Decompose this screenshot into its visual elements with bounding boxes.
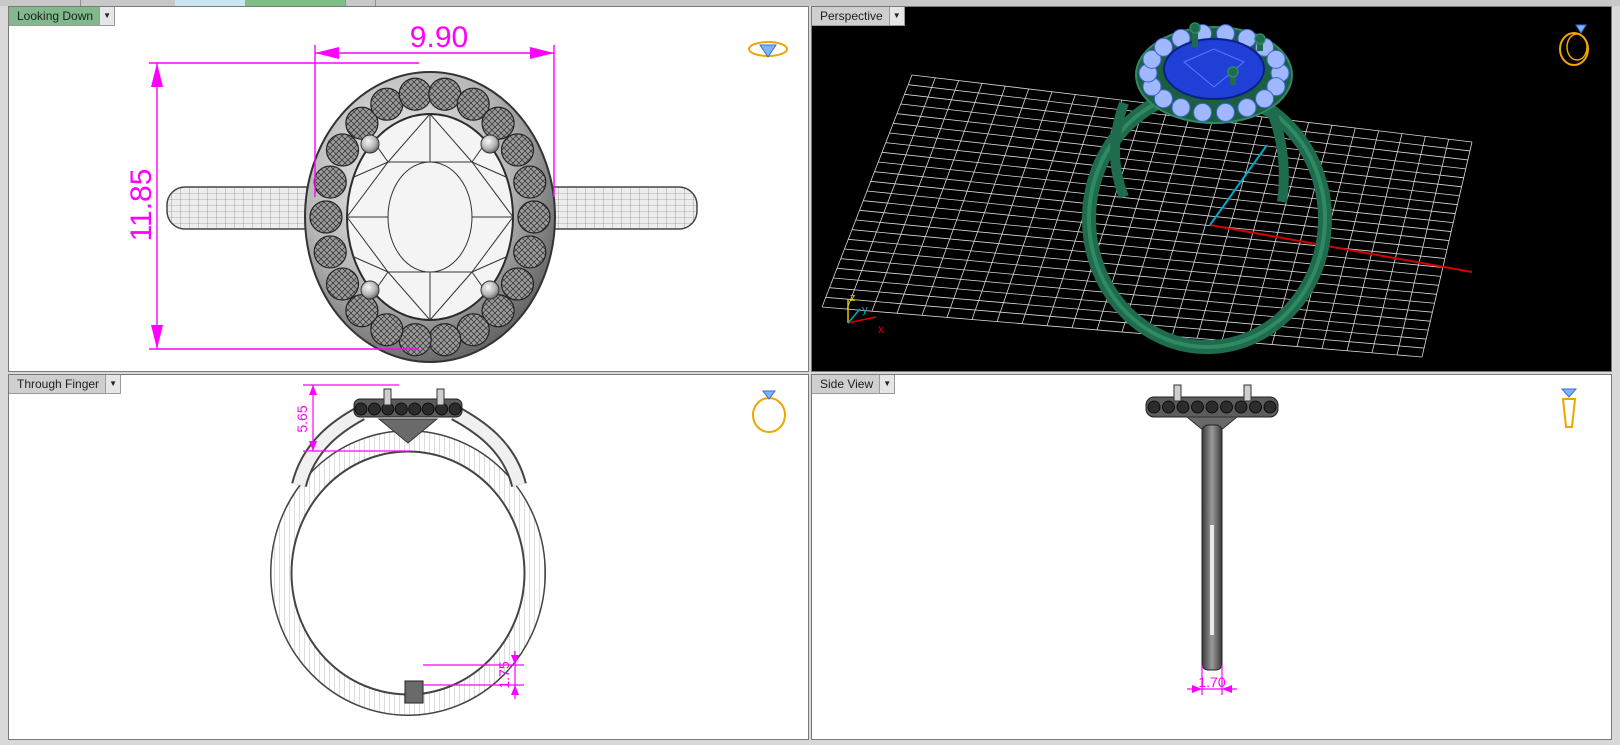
viewport-looking-down[interactable]: Looking Down ▼ 9.90 11.85 (8, 6, 809, 372)
halo-stone (1249, 400, 1262, 414)
dimension-head-label: 5.65 (294, 405, 310, 432)
halo-stone (1193, 102, 1213, 122)
halo-stone (481, 106, 515, 140)
side-view-scene: 1.70 (1145, 384, 1279, 695)
halo-stone (368, 402, 381, 416)
viewport-title-bar[interactable]: Perspective ▼ (812, 7, 905, 26)
viewport-title-bar[interactable]: Through Finger ▼ (9, 375, 122, 394)
dimension-width-label: 1.70 (1198, 674, 1225, 690)
viewport-title[interactable]: Looking Down (9, 7, 101, 26)
halo-stone (325, 267, 360, 301)
axis-y-label: y (862, 304, 868, 316)
looking-down-scene: 9.90 11.85 (125, 21, 698, 363)
viewport-title[interactable]: Side View (812, 375, 881, 394)
halo-stone (1220, 400, 1233, 414)
chevron-down-icon[interactable]: ▼ (106, 375, 122, 394)
halo-stone (517, 200, 551, 234)
through-finger-scene: 5.65 1.75 (270, 384, 546, 716)
halo-stone (1234, 400, 1248, 414)
halo-stone (1255, 89, 1275, 109)
halo-stone (394, 402, 408, 416)
halo-stone (313, 235, 347, 269)
ring-side-view-icon[interactable] (1554, 383, 1584, 433)
halo-stone (398, 77, 432, 111)
chevron-down-icon[interactable]: ▼ (880, 375, 896, 394)
halo-stone (1176, 400, 1190, 414)
viewport-title[interactable]: Through Finger (9, 375, 107, 394)
halo-stone (500, 267, 535, 301)
ring-model (1082, 22, 1332, 354)
halo-stone (513, 165, 547, 199)
halo-stone (1205, 400, 1219, 414)
ring-front-view-icon[interactable] (747, 385, 791, 435)
halo-stone (398, 323, 432, 357)
halo-stone (354, 402, 368, 416)
dimension-height-label: 11.85 (125, 169, 158, 242)
halo-stone (1171, 98, 1191, 118)
halo-stone (345, 294, 379, 328)
viewport-title-bar[interactable]: Side View ▼ (812, 375, 896, 394)
center-stone (1163, 38, 1265, 100)
halo-stone (428, 323, 462, 357)
halo-stone (1191, 400, 1204, 414)
viewport-perspective[interactable]: Perspective ▼ x y z (811, 6, 1612, 372)
halo-stone (1147, 400, 1161, 414)
viewport-side-view[interactable]: Side View ▼ 1.70 (811, 374, 1612, 740)
axis-z-label: z (850, 292, 856, 304)
ring-perspective-icon[interactable] (1554, 19, 1598, 69)
halo-stone (428, 77, 462, 111)
chevron-down-icon[interactable]: ▼ (100, 7, 116, 26)
halo-stone (313, 165, 347, 199)
halo-stone (500, 133, 535, 167)
chevron-down-icon[interactable]: ▼ (889, 7, 905, 26)
halo-stone (1266, 49, 1286, 69)
ground-grid (821, 74, 1473, 358)
halo-stone (1215, 102, 1235, 122)
axis-x-label: x (878, 322, 884, 336)
halo-stone (421, 402, 435, 416)
viewport-title-bar[interactable]: Looking Down ▼ (9, 7, 116, 26)
viewport-through-finger[interactable]: Through Finger ▼ 5.65 1.75 (8, 374, 809, 740)
halo-stone (309, 200, 343, 234)
halo-stone (325, 133, 360, 167)
halo-stone (456, 313, 490, 347)
halo-stone (370, 87, 404, 121)
dimension-width-label: 9.90 (410, 21, 468, 54)
halo-stone (1237, 98, 1257, 118)
halo-stone (408, 402, 422, 416)
halo-stone (1263, 400, 1277, 414)
dimension-shank-label: 1.75 (496, 661, 512, 688)
halo-stones (1147, 400, 1277, 414)
halo-stone (1162, 400, 1175, 414)
halo-stone (513, 235, 547, 269)
perspective-scene: x y z (821, 22, 1473, 358)
ring-top-view-icon[interactable] (746, 33, 790, 61)
halo-stone (448, 402, 462, 416)
viewport-title[interactable]: Perspective (812, 7, 890, 26)
